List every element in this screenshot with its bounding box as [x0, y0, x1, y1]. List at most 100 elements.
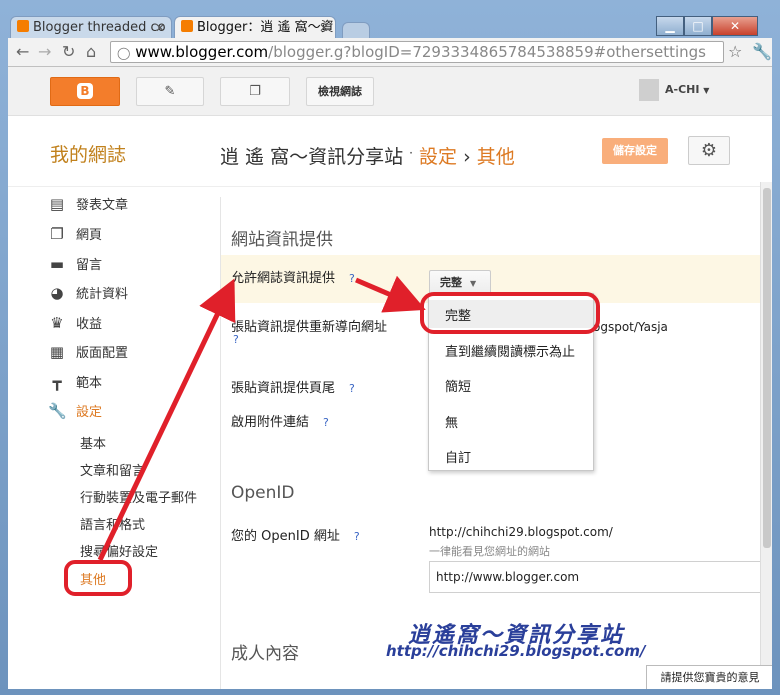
dropdown-value: 完整 [440, 276, 462, 289]
sidebar-item-label: 設定 [76, 405, 103, 420]
sidebar-item-earnings[interactable]: ♛ 收益 [48, 312, 102, 334]
breadcrumb-arrow: › [463, 146, 471, 168]
help-icon[interactable]: ? [354, 530, 360, 543]
browser-window: Blogger threaded co ✕ Blogger：逍 遙 窩～資 ✕ ▁ … [0, 0, 780, 695]
sidebar-sub-mobile-email[interactable]: 行動裝置及電子郵件 [80, 487, 197, 506]
feed-dropdown-menu: 完整 直到繼續閱讀標示為止 簡短 無 自訂 [428, 293, 594, 471]
tab-bar: Blogger threaded co ✕ Blogger：逍 遙 窩～資 ✕ ▁ … [8, 14, 768, 39]
feedback-button[interactable]: 請提供您寶貴的意見 [646, 665, 772, 689]
view-blog-button[interactable]: 檢視網誌 [306, 77, 374, 106]
home-icon[interactable]: ⌂ [86, 42, 96, 61]
sidebar-item-label: 統計資料 [76, 287, 129, 302]
pencil-icon: ✎ [164, 84, 176, 99]
reload-icon[interactable]: ↻ [62, 42, 75, 61]
scrollbar[interactable] [760, 182, 772, 689]
close-tab-icon[interactable]: ✕ [155, 17, 165, 39]
scrollbar-thumb[interactable] [763, 188, 771, 548]
blogger-favicon-icon [181, 20, 193, 32]
blogger-page: B ✎ ❐ 檢視網誌 A-CHI ▼ 我的網誌 逍 遙 窩～資訊分享站 · 設定… [8, 67, 772, 689]
user-name: A-CHI [665, 83, 700, 96]
sidebar-sub-posts-comments[interactable]: 文章和留言 [80, 460, 145, 479]
watermark-url: http://chihchi29.blogspot.com/ [386, 642, 646, 660]
menu-item-none[interactable]: 無 [445, 412, 458, 431]
gear-icon[interactable]: ⚙ [688, 136, 730, 165]
tab-label: Blogger threaded co [33, 20, 166, 35]
sidebar-item-label: 網頁 [76, 228, 103, 243]
back-icon[interactable]: ← [16, 42, 29, 61]
sidebar-sub-other[interactable]: 其他 [80, 569, 106, 588]
chevron-down-icon: ▼ [470, 279, 477, 288]
comments-icon: ▬ [49, 255, 65, 273]
menu-item-short[interactable]: 簡短 [445, 376, 471, 395]
tab-blogger-active[interactable]: Blogger：逍 遙 窩～資 ✕ [174, 16, 336, 39]
breadcrumb-other: 其他 [476, 146, 515, 168]
sidebar-item-stats[interactable]: ◕ 統計資料 [48, 282, 128, 304]
sidebar-item-label: 範本 [76, 376, 103, 391]
sidebar-sub-language[interactable]: 語言和格式 [80, 514, 145, 533]
openid-site-input[interactable]: http://www.blogger.com [429, 561, 772, 593]
close-tab-icon[interactable]: ✕ [319, 17, 329, 39]
menu-item-until-jump[interactable]: 直到繼續閱讀標示為止 [445, 341, 575, 360]
tab-label: Blogger：逍 遙 窩～資 [197, 20, 334, 35]
pages-stack-icon: ❐ [249, 84, 261, 99]
help-icon[interactable]: ? [323, 416, 329, 429]
template-icon: ┳ [52, 373, 62, 391]
sidebar-item-settings[interactable]: 🔧 設定 [48, 400, 102, 422]
help-icon[interactable]: ? [349, 272, 355, 285]
redirect-value[interactable]: ogspot/Yasja [593, 320, 668, 334]
blog-name[interactable]: 逍 遙 窩～資訊分享站 [220, 146, 403, 168]
minimize-icon[interactable]: ▁ [656, 16, 684, 36]
label-text: 允許網誌資訊提供 [231, 271, 336, 286]
wrench-menu-icon[interactable]: 🔧 [752, 42, 772, 61]
enclosure-label: 啟用附件連結? [231, 411, 329, 430]
close-window-icon[interactable]: ✕ [712, 16, 758, 36]
page-header: 我的網誌 逍 遙 窩～資訊分享站 · 設定 › 其他 儲存設定 ⚙ [8, 116, 772, 187]
page-icon: ◯ [117, 46, 131, 60]
browser-toolbar: ← → ↻ ⌂ ◯ www.blogger.com/blogger.g?blog… [8, 38, 772, 67]
breadcrumb-separator: · [409, 146, 413, 160]
tab-blogger-threaded[interactable]: Blogger threaded co ✕ [10, 16, 172, 39]
save-settings-button[interactable]: 儲存設定 [602, 138, 668, 164]
help-icon[interactable]: ? [233, 333, 239, 346]
url-host: www.blogger.com [135, 43, 269, 61]
breadcrumb: 逍 遙 窩～資訊分享站 · 設定 › 其他 [220, 142, 515, 169]
redirect-label: 張貼資訊提供重新導向網址 [231, 320, 388, 335]
earnings-icon: ♛ [50, 314, 64, 332]
maximize-icon[interactable]: □ [684, 16, 712, 36]
url-path: /blogger.g?blogID=7293334865784538859#ot… [268, 43, 706, 61]
sidebar-item-layout[interactable]: ▦ 版面配置 [48, 341, 128, 363]
new-tab-button[interactable] [342, 22, 370, 39]
layout-icon: ▦ [49, 343, 65, 361]
menu-item-full[interactable]: 完整 [429, 300, 593, 328]
allow-feed-label: 允許網誌資訊提供? [231, 267, 355, 286]
blogger-favicon-icon [17, 20, 29, 32]
label-text: 啟用附件連結 [231, 415, 310, 430]
app-bar: B ✎ ❐ 檢視網誌 A-CHI ▼ [8, 67, 772, 116]
sidebar-item-pages[interactable]: ❐ 網頁 [48, 223, 102, 245]
sidebar-item-template[interactable]: ┳ 範本 [48, 371, 102, 393]
my-blog-link[interactable]: 我的網誌 [50, 140, 126, 167]
sidebar-item-label: 版面配置 [76, 346, 129, 361]
stats-icon: ◕ [50, 284, 64, 302]
forward-icon[interactable]: → [38, 42, 51, 61]
new-post-button[interactable]: ✎ [136, 77, 204, 106]
bookmark-star-icon[interactable]: ☆ [728, 42, 742, 61]
sidebar-item-posts[interactable]: ▤ 發表文章 [48, 193, 128, 215]
sidebar-item-label: 收益 [76, 317, 103, 332]
menu-item-custom[interactable]: 自訂 [445, 447, 471, 466]
posts-icon: ▤ [49, 195, 65, 213]
blogger-home-button[interactable]: B [50, 77, 120, 106]
wrench-icon: 🔧 [48, 402, 67, 420]
label-text: 您的 OpenID 網址 [231, 529, 340, 544]
section-title-adult: 成人內容 [231, 644, 299, 664]
label-text: 張貼資訊提供頁尾 [231, 381, 336, 396]
sidebar-sub-basic[interactable]: 基本 [80, 433, 106, 452]
breadcrumb-settings[interactable]: 設定 [419, 146, 457, 168]
openid-url: http://chihchi29.blogspot.com/ [429, 525, 613, 539]
sidebar-item-comments[interactable]: ▬ 留言 [48, 253, 102, 275]
help-icon[interactable]: ? [349, 382, 355, 395]
user-menu[interactable]: A-CHI ▼ [639, 79, 709, 102]
sidebar-sub-search[interactable]: 搜尋偏好設定 [80, 541, 158, 560]
address-bar[interactable]: ◯ www.blogger.com/blogger.g?blogID=72933… [110, 41, 724, 63]
pages-button[interactable]: ❐ [220, 77, 290, 106]
